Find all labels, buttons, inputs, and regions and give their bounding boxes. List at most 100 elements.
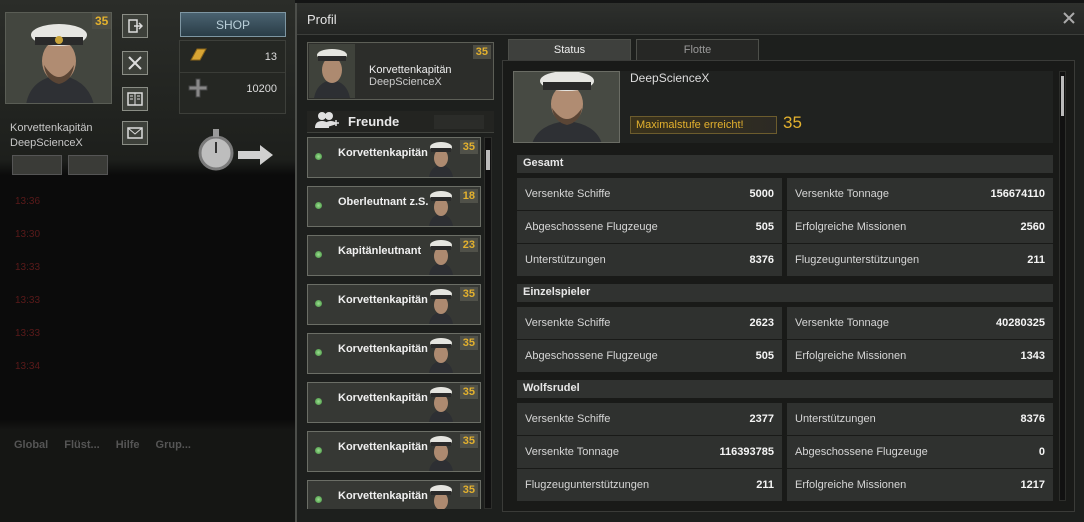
player-level-badge: 35: [92, 13, 112, 29]
shop-button[interactable]: SHOP: [180, 12, 286, 37]
friend-item[interactable]: Kapitänleutnant 23: [307, 235, 481, 276]
mail-icon[interactable]: [122, 121, 148, 145]
stat-value: 2560: [1020, 221, 1045, 233]
friend-level-badge: 35: [459, 385, 478, 399]
stat-cell: Versenkte Tonnage 40280325: [787, 307, 1053, 339]
stat-cell: Versenkte Tonnage 116393785: [517, 436, 782, 468]
friends-label: Freunde: [348, 114, 400, 129]
friend-item[interactable]: Korvettenkapitän 35: [307, 480, 481, 509]
friend-list-scrollbar[interactable]: [484, 137, 492, 509]
gold-bar-icon: [188, 46, 208, 67]
friends-search-box[interactable]: [434, 114, 484, 129]
friend-item[interactable]: Korvettenkapitän 35: [307, 137, 481, 178]
profile-dialog: Profil Korvettenkapitän DeepScienceX 35 …: [295, 3, 1084, 522]
iron-row: 10200: [180, 73, 285, 105]
friend-item[interactable]: Oberleutnant z.S. 18: [307, 186, 481, 227]
tools-icon[interactable]: [122, 51, 148, 75]
status-scrollbar[interactable]: [1059, 71, 1066, 501]
friend-level-badge: 18: [459, 189, 478, 203]
friend-item[interactable]: Korvettenkapitän 35: [307, 431, 481, 472]
stat-label: Unterstützungen: [795, 413, 876, 425]
friend-rank: Oberleutnant z.S.: [338, 196, 429, 208]
friend-item[interactable]: Korvettenkapitän 35: [307, 382, 481, 423]
stat-label: Flugzeugunterstützungen: [525, 479, 650, 491]
online-status-icon: [315, 398, 322, 405]
max-level-badge: Maximalstufe erreicht!: [630, 116, 777, 134]
friend-avatar: [426, 286, 456, 324]
book-icon[interactable]: [122, 87, 148, 111]
stat-value: 8376: [1020, 413, 1045, 425]
friends-toggle-button[interactable]: [12, 155, 62, 175]
status-scroll-thumb[interactable]: [1061, 76, 1064, 116]
stat-cell: Abgeschossene Flugzeuge 505: [517, 211, 782, 243]
stat-label: Erfolgreiche Missionen: [795, 221, 907, 233]
chat-time: 13:33: [15, 295, 41, 306]
friend-list-scroll-thumb[interactable]: [486, 150, 490, 170]
stat-label: Abgeschossene Flugzeuge: [525, 221, 658, 233]
friend-level-badge: 35: [459, 336, 478, 350]
player-name: DeepScienceX: [10, 137, 83, 149]
profile-level-badge: 35: [472, 45, 491, 59]
chat-tab[interactable]: Grup...: [152, 436, 195, 456]
dialog-title: Profil: [297, 3, 1084, 35]
friend-level-badge: 23: [459, 238, 478, 252]
friend-item[interactable]: Korvettenkapitän 35: [307, 284, 481, 325]
arrow-right-icon[interactable]: [238, 144, 274, 171]
stat-cell: Versenkte Schiffe 2623: [517, 307, 782, 339]
tab-status[interactable]: Status: [508, 39, 631, 61]
profile-card[interactable]: Korvettenkapitän DeepScienceX 35: [307, 42, 494, 100]
stat-cell: Unterstützungen 8376: [787, 403, 1053, 435]
stat-value: 505: [755, 221, 774, 233]
chat-tab[interactable]: Global: [6, 436, 56, 456]
friend-rank: Korvettenkapitän: [338, 343, 428, 355]
stat-label: Versenkte Schiffe: [525, 317, 611, 329]
online-status-icon: [315, 349, 322, 356]
status-panel: DeepScienceX Maximalstufe erreicht! 35 G…: [502, 60, 1075, 512]
chat-time: 13:30: [15, 229, 41, 240]
friend-level-badge: 35: [459, 140, 478, 154]
stat-label: Flugzeugunterstützungen: [795, 254, 920, 266]
friends-header: Freunde: [307, 111, 494, 133]
profile-rank: Korvettenkapitän: [369, 64, 452, 76]
stat-cell: Erfolgreiche Missionen 1343: [787, 340, 1053, 372]
status-hero: DeepScienceX Maximalstufe erreicht! 35: [513, 71, 1053, 143]
stat-value: 5000: [749, 188, 774, 200]
friend-avatar: [426, 188, 456, 226]
stat-value: 505: [755, 350, 774, 362]
iron-value: 10200: [246, 83, 277, 95]
iron-cross-icon: [188, 78, 208, 101]
friend-item[interactable]: Korvettenkapitän 35: [307, 333, 481, 374]
friend-avatar: [426, 433, 456, 471]
chat-time: 13:33: [15, 262, 41, 273]
online-status-icon: [315, 202, 322, 209]
resources-panel: 13 10200: [179, 40, 286, 114]
chat-tab[interactable]: Hilfe: [108, 436, 148, 456]
stat-value: 0: [1038, 446, 1045, 458]
friend-avatar: [426, 139, 456, 177]
gold-value: 13: [264, 50, 277, 63]
tab-flotte[interactable]: Flotte: [636, 39, 759, 61]
stat-cell: Versenkte Schiffe 2377: [517, 403, 782, 435]
stat-value: 116393785: [719, 446, 774, 458]
chat-toggle-button[interactable]: [68, 155, 108, 175]
stat-label: Abgeschossene Flugzeuge: [525, 350, 658, 362]
stat-label: Versenkte Schiffe: [525, 188, 611, 200]
stat-cell: Flugzeugunterstützungen 211: [787, 244, 1053, 276]
chat-tab[interactable]: Flüst...: [60, 436, 103, 456]
stat-cell: Abgeschossene Flugzeuge 505: [517, 340, 782, 372]
chat-tabs: Global Flüst... Hilfe Grup...: [6, 436, 291, 456]
status-portrait: [513, 71, 620, 143]
friends-icon: [314, 111, 342, 132]
stopwatch-icon[interactable]: [196, 123, 238, 178]
section-header-wolfsrudel: Wolfsrudel: [517, 380, 1053, 398]
stat-cell: Erfolgreiche Missionen 2560: [787, 211, 1053, 243]
friend-list: Korvettenkapitän 35 Oberleutnant z.S. 18 Kap…: [307, 137, 483, 509]
stat-value: 2623: [749, 317, 774, 329]
section-header-einzelspieler: Einzelspieler: [517, 284, 1053, 302]
stat-value: 2377: [749, 413, 774, 425]
close-icon[interactable]: [1062, 11, 1076, 25]
stat-value: 211: [1027, 254, 1045, 266]
profile-name: DeepScienceX: [369, 76, 442, 88]
chat-time: 13:33: [15, 328, 41, 339]
logout-icon[interactable]: [122, 14, 148, 38]
